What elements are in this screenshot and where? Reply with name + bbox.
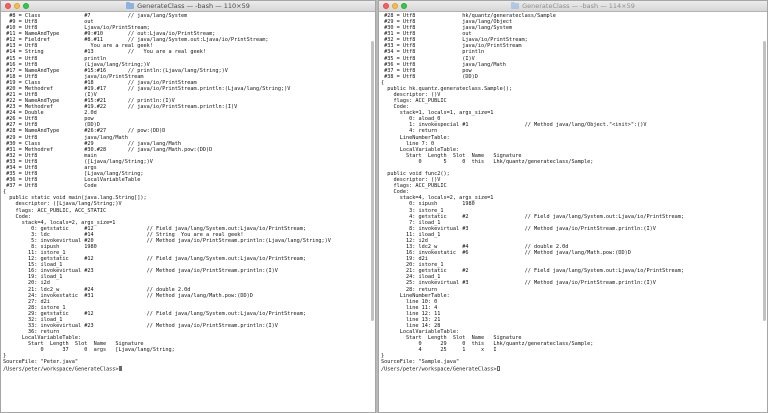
folder-icon: [126, 1, 135, 9]
folder-icon: [511, 1, 520, 9]
title-bar[interactable]: GenerateClass — -bash — 110×59: [1, 1, 375, 12]
scrollbar-thumb[interactable]: [763, 41, 766, 321]
terminal-output[interactable]: #28 = Utf8 hk/quantz/generateclass/Sampl…: [379, 12, 767, 412]
text-cursor: [118, 365, 122, 372]
terminal-window-right[interactable]: GenerateClass — -bash — 114×59 #28 = Utf…: [378, 0, 768, 413]
window-title: GenerateClass — -bash — 114×59: [522, 2, 635, 10]
window-title: GenerateClass — -bash — 110×59: [137, 2, 250, 10]
terminal-window-left[interactable]: GenerateClass — -bash — 110×59 #8 = Clas…: [0, 0, 376, 413]
text-cursor: [496, 365, 500, 372]
scrollbar-thumb[interactable]: [371, 41, 374, 321]
title-bar[interactable]: GenerateClass — -bash — 114×59: [379, 1, 767, 12]
shell-prompt: /Users/peter/workspace/GenerateClass>: [381, 365, 767, 372]
terminal-output[interactable]: #8 = Class #7 // java/lang/System #9 = U…: [1, 12, 375, 412]
shell-prompt: /Users/peter/workspace/GenerateClass>: [3, 365, 375, 372]
